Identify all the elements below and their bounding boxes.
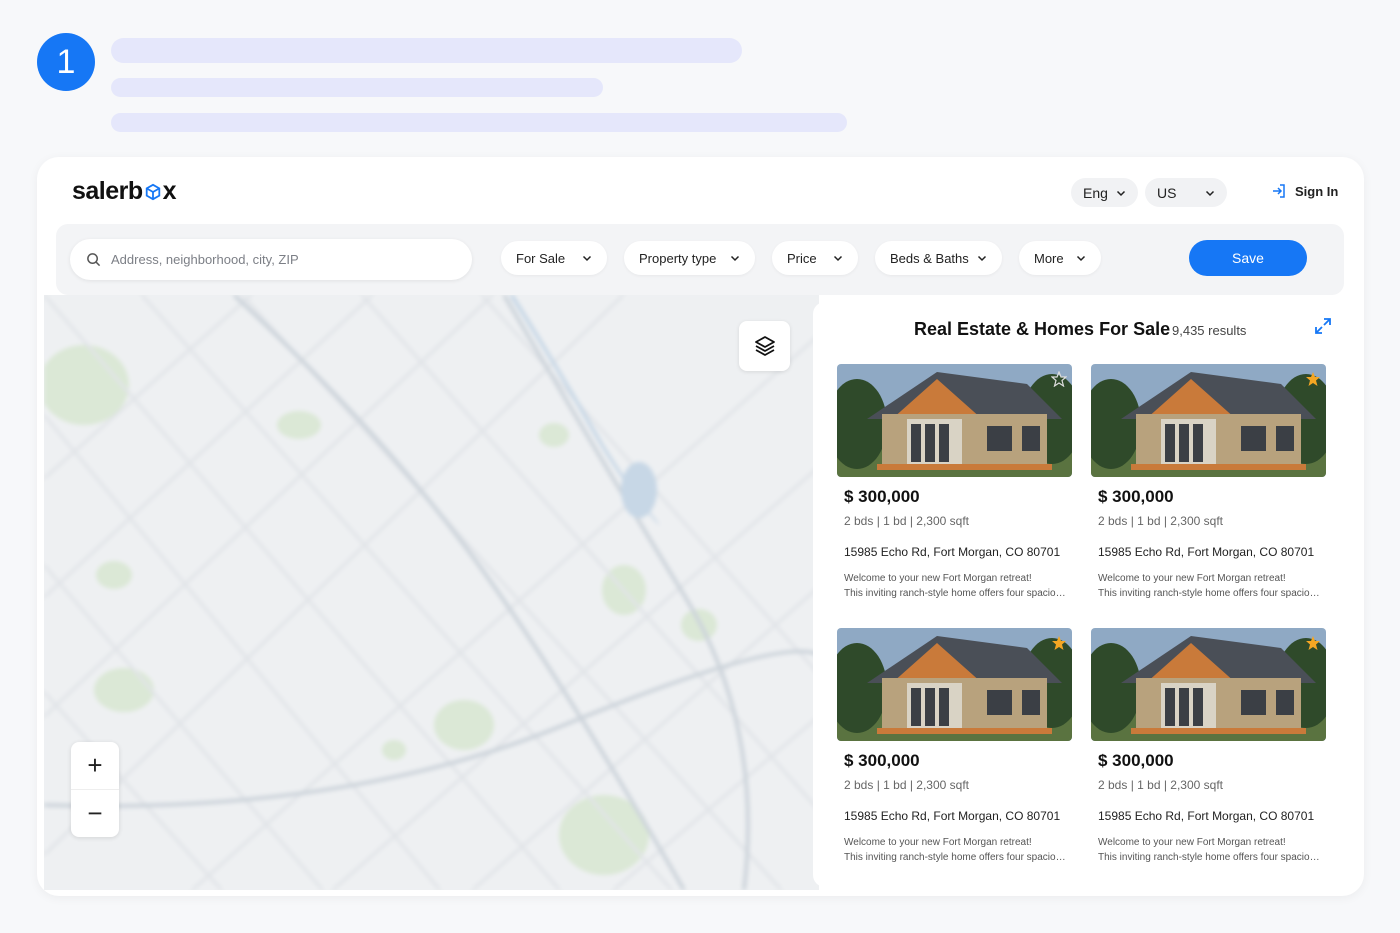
listing-specs: 2 bds | 1 bd | 2,300 sqft bbox=[844, 778, 969, 792]
language-select[interactable]: Eng bbox=[1071, 178, 1138, 207]
chevron-down-icon bbox=[1116, 190, 1126, 196]
for-sale-dropdown[interactable]: For Sale bbox=[501, 241, 607, 275]
logo[interactable]: salerb x bbox=[72, 177, 177, 206]
chevron-down-icon bbox=[1076, 255, 1086, 262]
price-label: Price bbox=[787, 250, 817, 266]
listing-price: $ 300,000 bbox=[1098, 751, 1174, 770]
listing-photo bbox=[837, 364, 1072, 477]
listing-photo bbox=[1091, 364, 1326, 477]
listing-address: 15985 Echo Rd, Fort Morgan, CO 80701 bbox=[844, 809, 1061, 823]
listing-description-line: Welcome to your new Fort Morgan retreat! bbox=[844, 573, 1032, 584]
listing-specs: 2 bds | 1 bd | 2,300 sqft bbox=[1098, 778, 1223, 792]
search-icon bbox=[87, 253, 101, 267]
listing-address: 15985 Echo Rd, Fort Morgan, CO 80701 bbox=[844, 545, 1061, 559]
results-count: 9,435 results bbox=[1172, 323, 1247, 338]
app-window: salerb x Eng US Sign In Address, neighbo… bbox=[37, 157, 1364, 896]
listing-description-line: Welcome to your new Fort Morgan retreat! bbox=[1098, 837, 1286, 848]
listing-price: $ 300,000 bbox=[844, 487, 920, 506]
price-dropdown[interactable]: Price bbox=[772, 241, 858, 275]
listing-card[interactable]: $ 300,000 2 bds | 1 bd | 2,300 sqft 1598… bbox=[837, 364, 1075, 606]
beds-baths-dropdown[interactable]: Beds & Baths bbox=[875, 241, 1002, 275]
layers-icon bbox=[754, 336, 775, 356]
skeleton-line-subtitle bbox=[111, 78, 603, 97]
star-icon[interactable] bbox=[1051, 371, 1067, 387]
listing-description-line: This inviting ranch-style home offers fo… bbox=[1098, 588, 1323, 599]
map-canvas bbox=[44, 295, 819, 890]
skeleton-line-title bbox=[111, 38, 742, 63]
listing-description-line: This inviting ranch-style home offers fo… bbox=[844, 588, 1069, 599]
listing-address: 15985 Echo Rd, Fort Morgan, CO 80701 bbox=[1098, 809, 1315, 823]
listing-specs: 2 bds | 1 bd | 2,300 sqft bbox=[844, 514, 969, 528]
top-bar: salerb x Eng US Sign In bbox=[37, 157, 1364, 225]
listing-description: Welcome to your new Fort Morgan retreat!… bbox=[844, 835, 1069, 865]
map-view[interactable]: + − bbox=[44, 295, 819, 890]
sign-in-label: Sign In bbox=[1295, 183, 1339, 199]
skeleton-line-description bbox=[111, 113, 847, 132]
expand-icon[interactable] bbox=[1314, 317, 1332, 335]
step-number-badge: 1 bbox=[37, 33, 95, 91]
listing-price: $ 300,000 bbox=[844, 751, 920, 770]
save-search-button[interactable]: Save bbox=[1189, 240, 1307, 276]
search-input[interactable] bbox=[111, 252, 451, 267]
listing-photo bbox=[837, 628, 1072, 741]
listing-specs: 2 bds | 1 bd | 2,300 sqft bbox=[1098, 514, 1223, 528]
chevron-down-icon bbox=[1205, 190, 1215, 196]
listing-description: Welcome to your new Fort Morgan retreat!… bbox=[844, 571, 1069, 601]
listing-description: Welcome to your new Fort Morgan retreat!… bbox=[1098, 571, 1323, 601]
listing-price: $ 300,000 bbox=[1098, 487, 1174, 506]
chevron-down-icon bbox=[833, 255, 843, 262]
listings-title: Real Estate & Homes For Sale bbox=[914, 319, 1171, 339]
chevron-down-icon bbox=[730, 255, 740, 262]
property-type-label: Property type bbox=[639, 250, 717, 266]
listing-address: 15985 Echo Rd, Fort Morgan, CO 80701 bbox=[1098, 545, 1315, 559]
sign-in-button[interactable]: Sign In bbox=[1271, 183, 1338, 199]
star-icon[interactable] bbox=[1305, 635, 1321, 651]
search-box[interactable] bbox=[70, 239, 472, 280]
zoom-out-button[interactable]: − bbox=[71, 789, 119, 836]
listing-description-line: Welcome to your new Fort Morgan retreat! bbox=[1098, 573, 1286, 584]
star-icon[interactable] bbox=[1305, 371, 1321, 387]
filter-bar: For Sale Property type Price Beds & Bath… bbox=[56, 224, 1344, 295]
map-layers-button[interactable] bbox=[739, 321, 790, 371]
listing-card[interactable]: $ 300,000 2 bds | 1 bd | 2,300 sqft 1598… bbox=[1091, 364, 1329, 606]
zoom-in-button[interactable]: + bbox=[71, 742, 119, 789]
country-value: US bbox=[1157, 184, 1177, 201]
cube-icon bbox=[145, 183, 160, 200]
more-filters-dropdown[interactable]: More bbox=[1019, 241, 1101, 275]
sign-in-icon bbox=[1273, 184, 1285, 198]
more-filters-label: More bbox=[1034, 250, 1064, 266]
listing-card[interactable]: $ 300,000 2 bds | 1 bd | 2,300 sqft 1598… bbox=[837, 628, 1075, 870]
listings-panel: Real Estate & Homes For Sale 9,435 resul… bbox=[813, 302, 1350, 887]
star-icon[interactable] bbox=[1051, 635, 1067, 651]
country-select[interactable]: US bbox=[1145, 178, 1227, 207]
listing-description-line: Welcome to your new Fort Morgan retreat! bbox=[844, 837, 1032, 848]
listing-photo bbox=[1091, 628, 1326, 741]
zoom-controls: + − bbox=[71, 742, 119, 837]
beds-baths-label: Beds & Baths bbox=[890, 250, 969, 266]
logo-text-end: x bbox=[162, 177, 177, 205]
language-value: Eng bbox=[1083, 184, 1108, 201]
listing-description: Welcome to your new Fort Morgan retreat!… bbox=[1098, 835, 1323, 865]
logo-text-start: salerb bbox=[72, 177, 143, 205]
for-sale-label: For Sale bbox=[516, 250, 566, 266]
chevron-down-icon bbox=[582, 255, 592, 262]
listing-card[interactable]: $ 300,000 2 bds | 1 bd | 2,300 sqft 1598… bbox=[1091, 628, 1329, 870]
listing-description-line: This inviting ranch-style home offers fo… bbox=[844, 852, 1069, 863]
listing-description-line: This inviting ranch-style home offers fo… bbox=[1098, 852, 1323, 863]
property-type-dropdown[interactable]: Property type bbox=[624, 241, 755, 275]
chevron-down-icon bbox=[977, 255, 987, 262]
